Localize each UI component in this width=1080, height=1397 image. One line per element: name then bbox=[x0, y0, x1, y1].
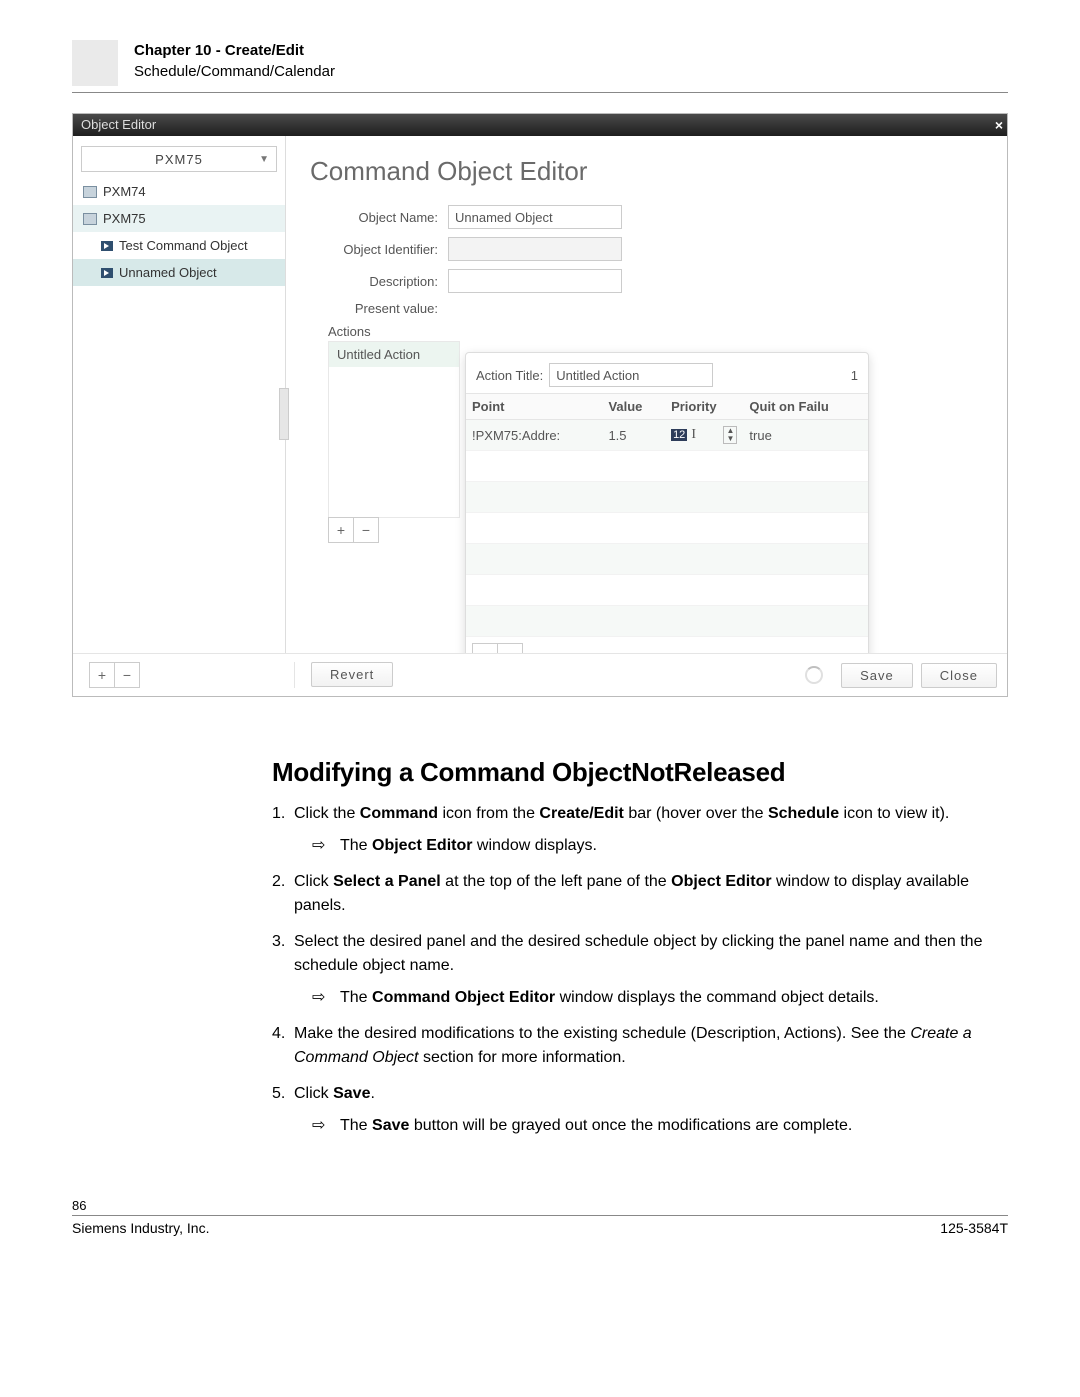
page-footer: 86 Siemens Industry, Inc. 125-3584T bbox=[72, 1198, 1008, 1236]
chevron-down-icon: ▼ bbox=[259, 154, 270, 165]
priority-value: 12 bbox=[671, 429, 687, 441]
command-icon bbox=[101, 241, 113, 251]
close-button[interactable]: Close bbox=[921, 663, 997, 688]
cell-value: 1.5 bbox=[602, 420, 665, 451]
col-priority: Priority bbox=[665, 394, 743, 420]
panel-selector-value: PXM75 bbox=[155, 152, 203, 167]
doc-section: Modifying a Command ObjectNotReleased 1.… bbox=[272, 757, 1008, 1138]
action-item[interactable]: Untitled Action bbox=[329, 342, 459, 367]
panel-icon bbox=[83, 186, 97, 198]
col-point: Point bbox=[466, 394, 602, 420]
label-object-identifier: Object Identifier: bbox=[310, 242, 448, 257]
chapter-title: Chapter 10 - Create/Edit bbox=[134, 40, 335, 61]
cell-priority[interactable]: 12 I ▲ ▼ bbox=[665, 420, 743, 451]
result-arrow-icon: ⇨ bbox=[312, 986, 325, 1010]
tree-remove-button[interactable]: − bbox=[114, 662, 140, 688]
tree-item-unnamed[interactable]: Unnamed Object bbox=[73, 259, 285, 286]
left-pane: PXM75 ▼ PXM74 PXM75 Test Command Object bbox=[73, 136, 286, 696]
footer-rule bbox=[72, 1215, 1008, 1216]
window-titlebar: Object Editor × bbox=[73, 114, 1007, 136]
tree-label: Test Command Object bbox=[119, 238, 248, 253]
step-4: 4. Make the desired modifications to the… bbox=[272, 1022, 1008, 1070]
command-icon bbox=[101, 268, 113, 278]
input-description[interactable] bbox=[448, 269, 622, 293]
tree-item-test-command[interactable]: Test Command Object bbox=[73, 232, 285, 259]
result-arrow-icon: ⇨ bbox=[312, 1114, 325, 1138]
step-5-result: ⇨ The Save button will be grayed out onc… bbox=[294, 1114, 1008, 1138]
tree-label: Unnamed Object bbox=[119, 265, 217, 280]
breadcrumb: Schedule/Command/Calendar bbox=[134, 61, 335, 82]
editor-footer: + − Revert Save Close bbox=[73, 653, 1007, 696]
tree-item-pxm74[interactable]: PXM74 bbox=[73, 178, 285, 205]
tree-item-pxm75[interactable]: PXM75 bbox=[73, 205, 285, 232]
step-5: 5. Click Save. ⇨ The Save button will be… bbox=[272, 1082, 1008, 1138]
tree-label: PXM75 bbox=[103, 211, 146, 226]
label-actions: Actions bbox=[328, 324, 987, 339]
label-description: Description: bbox=[310, 274, 448, 289]
step-3: 3. Select the desired panel and the desi… bbox=[272, 930, 1008, 1010]
col-value: Value bbox=[602, 394, 665, 420]
step-3-result: ⇨ The Command Object Editor window displ… bbox=[294, 986, 1008, 1010]
header-rule bbox=[72, 92, 1008, 93]
save-button[interactable]: Save bbox=[841, 663, 913, 688]
header-icon-placeholder bbox=[72, 40, 118, 86]
window-title: Object Editor bbox=[81, 117, 156, 132]
revert-button[interactable]: Revert bbox=[311, 662, 393, 687]
panel-icon bbox=[83, 213, 97, 225]
tree-label: PXM74 bbox=[103, 184, 146, 199]
actions-list: Untitled Action bbox=[328, 341, 460, 518]
page-header: Chapter 10 - Create/Edit Schedule/Comman… bbox=[72, 40, 1008, 86]
panel-selector[interactable]: PXM75 ▼ bbox=[81, 146, 277, 172]
step-2: 2. Click Select a Panel at the top of th… bbox=[272, 870, 1008, 918]
close-icon[interactable]: × bbox=[995, 114, 1003, 136]
input-object-identifier bbox=[448, 237, 622, 261]
cell-quit: true bbox=[743, 420, 868, 451]
action-popup: Action Title: 1 Point Value Priority Qui… bbox=[465, 352, 869, 676]
result-arrow-icon: ⇨ bbox=[312, 834, 325, 858]
tree-add-button[interactable]: + bbox=[89, 662, 115, 688]
label-present-value: Present value: bbox=[310, 301, 448, 316]
step-1: 1. Click the Command icon from the Creat… bbox=[272, 802, 1008, 858]
section-heading: Modifying a Command ObjectNotReleased bbox=[272, 757, 1008, 788]
text-cursor-icon: I bbox=[691, 427, 696, 443]
step-1-result: ⇨ The Object Editor window displays. bbox=[294, 834, 1008, 858]
input-action-title[interactable] bbox=[549, 363, 713, 387]
input-object-name[interactable] bbox=[448, 205, 622, 229]
label-action-title: Action Title: bbox=[476, 368, 543, 383]
action-count: 1 bbox=[851, 368, 858, 383]
footer-right: 125-3584T bbox=[940, 1220, 1008, 1236]
col-quit: Quit on Failu bbox=[743, 394, 868, 420]
label-object-name: Object Name: bbox=[310, 210, 448, 225]
footer-left: Siemens Industry, Inc. bbox=[72, 1220, 209, 1236]
add-action-button[interactable]: + bbox=[328, 517, 354, 543]
cell-point: !PXM75:Addre: bbox=[466, 420, 602, 451]
action-table: Point Value Priority Quit on Failu !PXM7… bbox=[466, 393, 868, 637]
priority-spinner[interactable]: ▲ ▼ bbox=[723, 426, 737, 444]
editor-title: Command Object Editor bbox=[310, 156, 987, 187]
spinner-down-icon[interactable]: ▼ bbox=[724, 435, 736, 443]
object-editor-window: Object Editor × PXM75 ▼ PXM74 PXM75 bbox=[72, 113, 1008, 697]
remove-action-button[interactable]: − bbox=[353, 517, 379, 543]
table-row[interactable]: !PXM75:Addre: 1.5 12 I ▲ ▼ bbox=[466, 420, 868, 451]
page-number: 86 bbox=[72, 1198, 1008, 1213]
busy-icon bbox=[805, 666, 823, 684]
